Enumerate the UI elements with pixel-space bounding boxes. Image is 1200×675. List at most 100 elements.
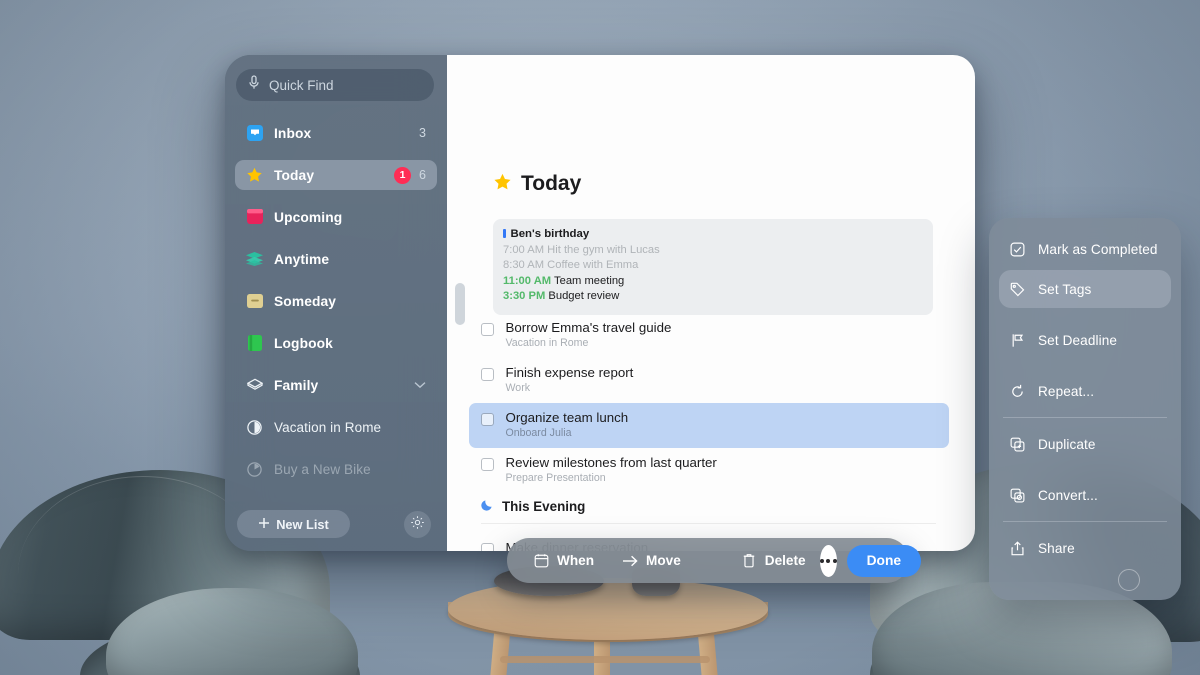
menu-item-mark-as-completed[interactable]: Mark as Completed [999, 230, 1171, 268]
when-label: When [557, 553, 594, 568]
calendar-icon [533, 553, 549, 569]
event-time: 8:30 AM [503, 259, 545, 271]
menu-item-label: Share [1038, 540, 1075, 556]
progress-quarter-icon [246, 461, 263, 478]
gear-icon [410, 515, 425, 535]
app-window: Quick Find Inbox 3 Today 1 6 Upcoming An… [225, 55, 1181, 600]
task-row[interactable]: Finish expense report Work [469, 358, 949, 403]
event-title: Budget review [548, 290, 620, 302]
sidebar-item-label: Buy a New Bike [274, 461, 371, 477]
event-time: 11:00 AM [503, 274, 552, 287]
add-new-list-button[interactable]: New List [237, 510, 350, 538]
sidebar: Quick Find Inbox 3 Today 1 6 Upcoming An… [225, 55, 447, 551]
sidebar-item-today[interactable]: Today 1 6 [235, 160, 437, 190]
menu-item-share[interactable]: Share [999, 529, 1171, 567]
task-checkbox[interactable] [481, 458, 494, 471]
task-checkbox[interactable] [481, 323, 494, 336]
menu-item-label: Set Deadline [1038, 332, 1118, 348]
sidebar-item-label: Someday [274, 293, 337, 309]
trash-icon [741, 553, 757, 569]
task-list: Borrow Emma's travel guide Vacation in R… [469, 313, 949, 493]
settings-button[interactable] [404, 511, 431, 538]
calendar-icon [246, 209, 263, 226]
ellipsis-icon [832, 558, 837, 563]
sidebar-nav: Inbox 3 Today 1 6 Upcoming Anytime Somed… [235, 118, 437, 496]
section-header-this-evening: This Evening [481, 498, 585, 514]
event-time: 3:30 PM [503, 290, 546, 302]
event-title: Hit the gym with Lucas [547, 243, 660, 256]
menu-item-duplicate[interactable]: Duplicate [999, 425, 1171, 463]
task-title: Borrow Emma's travel guide [505, 320, 672, 335]
event-title: Team meeting [554, 274, 625, 287]
menu-divider [1003, 417, 1167, 418]
action-toolbar: When Move Delete Done [507, 538, 922, 583]
task-checkbox[interactable] [481, 543, 494, 551]
sidebar-item-label: Anytime [274, 251, 330, 267]
window-resize-handle[interactable] [1118, 569, 1140, 591]
search-input[interactable]: Quick Find [236, 69, 434, 101]
menu-item-label: Set Tags [1038, 281, 1092, 297]
page-title-text: Today [521, 172, 582, 195]
calendar-event: 8:30 AM Coffee with Emma [503, 258, 923, 274]
menu-item-convert[interactable]: Convert... [999, 476, 1171, 514]
layers-icon [246, 251, 263, 268]
task-checkbox[interactable] [481, 368, 494, 381]
arrow-right-icon [622, 553, 638, 569]
star-icon [246, 167, 263, 184]
calendar-event: 3:30 PM Budget review [503, 289, 923, 305]
menu-item-repeat[interactable]: Repeat... [999, 372, 1171, 410]
room-scene: Quick Find Inbox 3 Today 1 6 Upcoming An… [0, 0, 1200, 675]
section-label: This Evening [502, 498, 586, 514]
menu-item-label: Convert... [1038, 487, 1098, 503]
sidebar-item-label: Family [274, 377, 319, 393]
task-subtitle: Onboard Julia [505, 427, 572, 439]
sidebar-item-anytime[interactable]: Anytime [235, 244, 437, 274]
microphone-icon [248, 75, 260, 95]
duplicate-icon [1009, 436, 1025, 452]
scrollbar-thumb[interactable] [455, 283, 465, 325]
context-menu: Mark as Completed Set Tags Set Deadline [989, 218, 1181, 600]
more-options-button[interactable] [819, 544, 837, 577]
task-checkbox[interactable] [481, 413, 494, 426]
delete-button[interactable]: Delete [727, 553, 820, 569]
sidebar-item-logbook[interactable]: Logbook [235, 328, 437, 358]
menu-item-set-tags[interactable]: Set Tags [999, 270, 1171, 308]
sidebar-item-vacation-in-rome[interactable]: Vacation in Rome [235, 412, 437, 442]
plus-icon [258, 517, 270, 532]
share-icon [1009, 540, 1025, 556]
check-square-icon [1009, 241, 1025, 257]
sidebar-item-upcoming[interactable]: Upcoming [235, 202, 437, 232]
search-placeholder: Quick Find [269, 77, 334, 93]
task-subtitle: Vacation in Rome [505, 337, 589, 349]
ellipsis-icon [819, 558, 824, 563]
repeat-icon [1009, 383, 1025, 399]
calendar-card[interactable]: Ben's birthday 7:00 AM Hit the gym with … [493, 219, 933, 315]
sidebar-item-someday[interactable]: Someday [235, 286, 437, 316]
done-button[interactable]: Done [846, 544, 922, 577]
sidebar-item-family[interactable]: Family [235, 370, 437, 400]
allday-event-title: Ben's birthday [510, 228, 590, 240]
sidebar-item-inbox[interactable]: Inbox 3 [235, 118, 437, 148]
status-badge: 1 [394, 166, 412, 184]
inbox-tray-icon [246, 125, 263, 142]
sidebar-item-count: 3 [419, 126, 426, 140]
task-row-selected[interactable]: Organize team lunch Onboard Julia [469, 403, 949, 448]
task-row[interactable]: Borrow Emma's travel guide Vacation in R… [469, 313, 949, 358]
task-subtitle: Prepare Presentation [505, 472, 606, 484]
main-content: Today Ben's birthday 7:00 AM Hit the gym… [447, 55, 975, 551]
event-color-bar [503, 229, 506, 238]
task-subtitle: Work [505, 382, 531, 394]
new-list-label: New List [276, 516, 329, 532]
star-icon [493, 173, 512, 196]
sidebar-item-buy-a-new-bike[interactable]: Buy a New Bike [235, 454, 437, 484]
task-title: Finish expense report [505, 365, 634, 380]
menu-item-label: Mark as Completed [1038, 241, 1158, 257]
menu-divider [1003, 521, 1167, 522]
task-row[interactable]: Review milestones from last quarter Prep… [469, 448, 949, 493]
menu-item-set-deadline[interactable]: Set Deadline [999, 321, 1171, 359]
calendar-allday-event: Ben's birthday [503, 227, 923, 243]
move-button[interactable]: Move [608, 553, 695, 569]
chevron-down-icon[interactable] [414, 378, 426, 392]
sidebar-item-label: Today [274, 167, 315, 183]
when-button[interactable]: When [519, 553, 608, 569]
